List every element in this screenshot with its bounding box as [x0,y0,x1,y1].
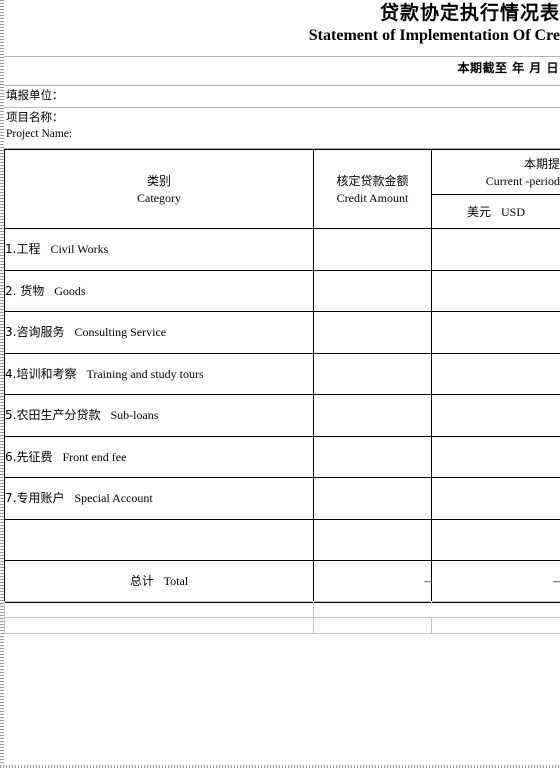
category-label-chinese: 2. 货物 [5,283,45,298]
page-title-english: Statement of Implementation Of Cre [308,27,560,44]
usd-cell[interactable] [431,269,560,312]
project-name-label-chinese: 项目名称： [6,110,64,124]
category-label-chinese: 5.农田生产分贷款 [5,408,101,423]
category-cell: 4.培训和考察 Training and study tours [4,352,314,395]
table-row: 6.先征费 Front end fee [4,435,560,478]
category-cell: 5.农田生产分贷款 Sub-loans [4,394,314,437]
reporting-unit-row: 填报单位： [4,85,560,108]
credit-amount-cell[interactable] [313,477,432,520]
total-label-chinese: 总计 [129,573,154,588]
header-cell-current-period: 本期提 Current -period [431,149,560,195]
category-label-chinese: 6.先征费 [5,449,53,464]
header-credit-amount-english: Credit Amount [336,190,409,205]
header-category-english: Category [137,190,181,205]
credit-amount-cell[interactable] [313,352,432,395]
category-label-english: Goods [48,283,86,298]
category-label-english: Training and study tours [80,366,204,381]
table-row: 7.专用账户 Special Account [4,477,560,520]
header-credit-amount-chinese: 核定贷款金额 [336,173,409,188]
credit-amount-cell[interactable] [313,435,432,478]
category-label-chinese: 3.咨询服务 [5,325,65,340]
usd-cell[interactable] [431,394,560,437]
empty-cell[interactable] [313,617,432,634]
credit-amount-cell[interactable] [313,311,432,354]
table-total-row: 总计 Total – – [4,560,560,603]
table-row: 3.咨询服务 Consulting Service [4,311,560,354]
empty-row [4,617,560,634]
table-header-row: 类别 Category 核定贷款金额 Credit Amount 本期提 Cur… [4,149,560,229]
usd-cell[interactable] [431,435,560,478]
page-title-chinese: 贷款协定执行情况表 [379,2,560,24]
category-label-chinese: 4.培训和考察 [5,366,77,381]
usd-cell[interactable] [431,311,560,354]
category-label-chinese: 1.工程 [5,242,41,257]
credit-amount-cell[interactable] [313,228,432,271]
category-label-chinese: 7.专用账户 [5,491,65,506]
category-cell: 3.咨询服务 Consulting Service [4,311,314,354]
total-credit-amount-cell: – [313,560,432,603]
project-name-label-english: Project Name: [6,128,73,140]
table-row: 1.工程 Civil Works [4,228,560,271]
credit-amount-cell[interactable] [313,394,432,437]
project-name-row: 项目名称： Project Name: [4,108,560,149]
sheet-left-gutter [0,0,4,768]
category-label-english: Consulting Service [68,325,167,340]
total-label-cell: 总计 Total [4,560,314,603]
title-block: 贷款协定执行情况表 Statement of Implementation Of… [4,0,560,57]
empty-cell[interactable] [4,617,314,634]
empty-row [4,601,560,618]
as-of-block: 本期截至 年 月 日 [4,57,560,85]
header-cell-credit-amount: 核定贷款金额 Credit Amount [313,149,432,229]
empty-cell[interactable] [313,601,432,618]
category-label-english: Special Account [68,491,153,506]
header-cell-category: 类别 Category [4,149,314,229]
credit-amount-cell[interactable] [313,269,432,312]
table-row: 2. 货物 Goods [4,269,560,312]
credit-amount-cell[interactable] [313,518,432,561]
trailing-empty-rows [4,601,560,634]
reporting-unit-label: 填报单位： [6,88,64,102]
table-row: 5.农田生产分贷款 Sub-loans [4,394,560,437]
usd-cell[interactable] [431,518,560,561]
category-label-english: Sub-loans [104,408,159,423]
header-currency-english: USD [495,204,526,219]
empty-cell[interactable] [431,601,560,618]
usd-cell[interactable] [431,228,560,271]
empty-cell[interactable] [431,617,560,634]
table-row [4,518,560,561]
usd-cell[interactable] [431,477,560,520]
header-category-chinese: 类别 [146,173,171,188]
empty-cell[interactable] [4,601,314,618]
category-cell: 1.工程 Civil Works [4,228,314,271]
category-cell: 2. 货物 Goods [4,269,314,312]
header-current-period-chinese: 本期提 [523,156,560,171]
total-label-english: Total [157,573,189,588]
category-cell [4,518,314,561]
table-row: 4.培训和考察 Training and study tours [4,352,560,395]
category-cell: 7.专用账户 Special Account [4,477,314,520]
header-currency-chinese: 美元 [466,204,491,219]
usd-cell[interactable] [431,352,560,395]
header-cell-currency-usd: 美元 USD [431,194,560,229]
category-cell: 6.先征费 Front end fee [4,435,314,478]
worksheet-page: 贷款协定执行情况表 Statement of Implementation Of… [0,0,560,768]
header-current-period-english: Current -period [485,173,560,188]
category-label-english: Civil Works [44,242,109,257]
as-of-date-text: 本期截至 年 月 日 [457,61,559,75]
implementation-table: 类别 Category 核定贷款金额 Credit Amount 本期提 Cur… [4,149,560,603]
category-label-english: Front end fee [56,449,127,464]
total-usd-cell: – [431,560,560,603]
